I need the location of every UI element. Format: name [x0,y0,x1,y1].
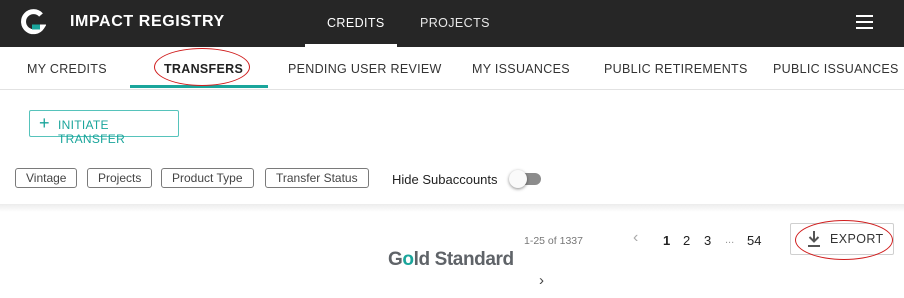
tab-public-issuances[interactable]: PUBLIC ISSUANCES [773,62,899,76]
hide-subaccounts-toggle[interactable] [509,170,541,188]
gold-standard-wordmark: Gold Standard [388,249,514,271]
initiate-transfer-label: INITIATE TRANSFER [58,118,126,146]
filter-product-type[interactable]: Product Type [161,168,254,188]
page-2[interactable]: 2 [683,233,690,248]
tab-public-retirements[interactable]: PUBLIC RETIREMENTS [604,62,748,76]
tab-pending-user-review[interactable]: PENDING USER REVIEW [288,62,442,76]
app-title: IMPACT REGISTRY [70,13,225,30]
download-icon [808,231,820,247]
brand-rest: ld Standard [413,249,515,270]
export-label: EXPORT [830,232,884,246]
sub-tab-bar: MY CREDITS TRANSFERS PENDING USER REVIEW… [0,47,904,90]
subtab-active-indicator [130,85,268,88]
hamburger-menu-icon[interactable] [856,15,873,29]
filter-projects[interactable]: Projects [87,168,153,188]
tab-transfers[interactable]: TRANSFERS [164,62,243,76]
topnav-credits[interactable]: CREDITS [327,16,385,30]
brand-o: o [402,249,414,270]
topnav-projects[interactable]: PROJECTS [420,16,490,30]
top-bar: IMPACT REGISTRY CREDITS PROJECTS [0,0,904,47]
tab-my-issuances[interactable]: MY ISSUANCES [472,62,570,76]
results-count: 1-25 of 1337 [524,235,583,247]
tab-my-credits[interactable]: MY CREDITS [27,62,107,76]
hide-subaccounts-label: Hide Subaccounts [392,172,498,187]
brand-prefix: G [388,249,403,270]
plus-icon: + [39,113,50,133]
toggle-knob [509,170,527,188]
page-ellipsis: ... [725,234,735,246]
page-1[interactable]: 1 [663,233,670,248]
page-54[interactable]: 54 [747,233,761,248]
gold-standard-g-logo-icon[interactable] [20,9,46,37]
section-divider [0,204,904,212]
export-button[interactable]: EXPORT [790,223,894,255]
page-3[interactable]: 3 [704,233,711,248]
filter-vintage[interactable]: Vintage [15,168,78,188]
chevron-right-icon[interactable]: › [539,272,544,289]
chevron-left-icon[interactable]: ‹ [633,229,638,247]
filter-transfer-status[interactable]: Transfer Status [265,168,369,188]
initiate-transfer-button[interactable]: + INITIATE TRANSFER [29,110,179,146]
